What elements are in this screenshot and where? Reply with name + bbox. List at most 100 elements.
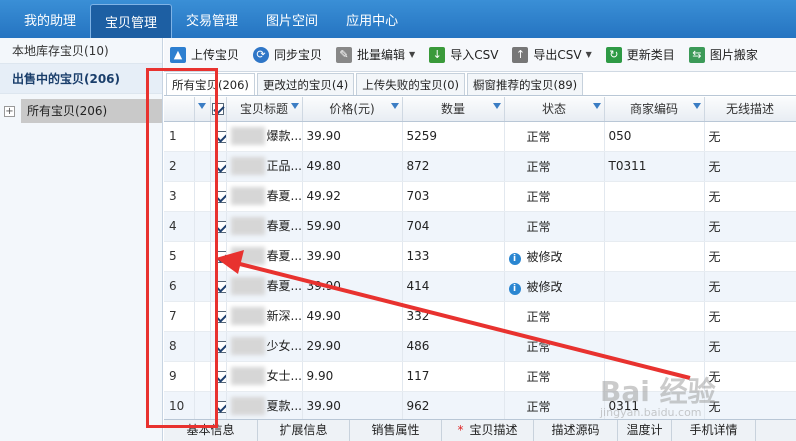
export-icon: ↑: [512, 46, 529, 63]
tab-mobile-details[interactable]: 手机详情: [672, 420, 756, 441]
filter-icon[interactable]: [592, 103, 601, 109]
nav-tab-trade[interactable]: 交易管理: [172, 0, 252, 38]
cell-title[interactable]: 夏款...: [226, 391, 303, 419]
cell-title[interactable]: 爆款...: [226, 121, 303, 152]
cell-price[interactable]: 49.92: [302, 181, 403, 212]
cell-title[interactable]: 女士...: [226, 361, 303, 392]
sync-button[interactable]: ⟳ 同步宝贝: [253, 46, 322, 63]
cell-merchant-code[interactable]: [604, 331, 705, 362]
header-title[interactable]: 宝贝标题: [226, 97, 303, 122]
cell-quantity[interactable]: 872: [402, 151, 505, 182]
table-row[interactable]: 4 春夏... 59.90 704 正常无: [164, 211, 796, 242]
cell-merchant-code[interactable]: [604, 181, 705, 212]
cell-quantity[interactable]: 117: [402, 361, 505, 392]
top-nav: 我的助理 宝贝管理 交易管理 图片空间 应用中心: [0, 0, 796, 38]
chevron-down-icon[interactable]: ▼: [586, 50, 592, 59]
baidu-watermark: Bai 经验 jingyan.baidu.com: [600, 370, 716, 419]
cell-price[interactable]: 39.90: [302, 271, 403, 302]
cell-price[interactable]: 59.90: [302, 211, 403, 242]
grid-header-row: 宝贝标题 价格(元) 数量 状态 商家编码 无线描述: [164, 97, 796, 122]
cell-price[interactable]: 39.90: [302, 391, 403, 419]
batch-edit-button[interactable]: ✎ 批量编辑 ▼: [336, 46, 415, 63]
info-icon: i: [508, 252, 521, 265]
nav-tab-apps[interactable]: 应用中心: [332, 0, 412, 38]
tab-extended-info[interactable]: 扩展信息: [258, 420, 350, 441]
image-move-button[interactable]: ⇆ 图片搬家: [688, 46, 758, 63]
upload-button[interactable]: ▲ 上传宝贝: [170, 46, 239, 63]
header-status[interactable]: 状态: [504, 97, 605, 122]
cell-quantity[interactable]: 486: [402, 331, 505, 362]
header-wireless-desc[interactable]: 无线描述: [704, 97, 796, 122]
filter-icon[interactable]: [290, 103, 299, 109]
table-row[interactable]: 1 爆款... 39.90 5259 正常 050 无: [164, 121, 796, 152]
cell-quantity[interactable]: 133: [402, 241, 505, 272]
cell-title[interactable]: 春夏...: [226, 271, 303, 302]
cell-quantity[interactable]: 962: [402, 391, 505, 419]
export-csv-button[interactable]: ↑ 导出CSV ▼: [512, 46, 592, 63]
cell-wireless-desc: 无: [704, 301, 796, 332]
filter-icon[interactable]: [390, 103, 399, 109]
cell-quantity[interactable]: 5259: [402, 121, 505, 152]
sidebar-item-selling[interactable]: 出售中的宝贝(206): [0, 64, 162, 94]
nav-tab-item-management[interactable]: 宝贝管理: [90, 4, 173, 38]
cell-price[interactable]: 29.90: [302, 331, 403, 362]
cell-status: 正常: [504, 391, 605, 419]
nav-tab-images[interactable]: 图片空间: [252, 0, 332, 38]
cell-quantity[interactable]: 703: [402, 181, 505, 212]
batch-edit-label: 批量编辑: [357, 48, 406, 62]
expand-icon[interactable]: +: [4, 105, 15, 117]
table-row[interactable]: 3 春夏... 49.92 703 正常无: [164, 181, 796, 212]
chevron-down-icon[interactable]: ▼: [409, 50, 415, 59]
tab-description-source[interactable]: 描述源码: [534, 420, 618, 441]
cell-title[interactable]: 新深...: [226, 301, 303, 332]
header-quantity[interactable]: 数量: [402, 97, 505, 122]
cell-merchant-code[interactable]: [604, 241, 705, 272]
tab-thermometer[interactable]: 温度计: [618, 420, 672, 441]
product-thumbnail: [230, 187, 265, 206]
nav-tab-assistant[interactable]: 我的助理: [10, 0, 90, 38]
cell-price[interactable]: 9.90: [302, 361, 403, 392]
sidebar-item-local-stock[interactable]: 本地库存宝贝(10): [0, 38, 162, 64]
cell-wireless-desc: 无: [704, 271, 796, 302]
tree-node-all-items[interactable]: 所有宝贝(206): [20, 99, 162, 123]
cell-quantity[interactable]: 704: [402, 211, 505, 242]
cell-price[interactable]: 49.90: [302, 301, 403, 332]
table-row[interactable]: 6 春夏... 39.90 414 i 被修改无: [164, 271, 796, 302]
import-csv-button[interactable]: ↓ 导入CSV: [429, 46, 498, 63]
cell-title[interactable]: 春夏...: [226, 241, 303, 272]
tab-item-description[interactable]: * 宝贝描述: [442, 420, 534, 441]
cell-merchant-code[interactable]: T0311: [604, 151, 705, 182]
table-row[interactable]: 5 春夏... 39.90 133 i 被修改无: [164, 241, 796, 272]
cell-price[interactable]: 39.90: [302, 241, 403, 272]
cell-merchant-code[interactable]: [604, 301, 705, 332]
cell-status: 正常: [504, 151, 605, 182]
table-row[interactable]: 8 少女... 29.90 486 正常无: [164, 331, 796, 362]
cell-title[interactable]: 春夏...: [226, 211, 303, 242]
table-row[interactable]: 7 新深... 49.90 332 正常无: [164, 301, 796, 332]
tab-changed-items[interactable]: 更改过的宝贝(4): [256, 73, 355, 95]
cell-wireless-desc: 无: [704, 241, 796, 272]
cell-quantity[interactable]: 332: [402, 301, 505, 332]
header-price[interactable]: 价格(元): [302, 97, 403, 122]
cell-merchant-code[interactable]: [604, 271, 705, 302]
cell-title[interactable]: 春夏...: [226, 181, 303, 212]
header-merchant-code[interactable]: 商家编码: [604, 97, 705, 122]
update-category-button[interactable]: ↻ 更新类目: [605, 46, 675, 63]
product-thumbnail: [230, 397, 265, 416]
tab-upload-failed[interactable]: 上传失败的宝贝(0): [356, 73, 466, 95]
tab-sales-attributes[interactable]: 销售属性: [350, 420, 442, 441]
filter-icon[interactable]: [492, 103, 501, 109]
cell-price[interactable]: 39.90: [302, 121, 403, 152]
product-thumbnail: [230, 127, 265, 146]
filter-icon[interactable]: [692, 103, 701, 109]
cell-title[interactable]: 少女...: [226, 331, 303, 362]
cell-quantity[interactable]: 414: [402, 271, 505, 302]
cell-wireless-desc: 无: [704, 151, 796, 182]
cell-title[interactable]: 正品...: [226, 151, 303, 182]
product-thumbnail: [230, 337, 265, 356]
cell-price[interactable]: 49.80: [302, 151, 403, 182]
tab-showcase[interactable]: 橱窗推荐的宝贝(89): [467, 73, 584, 95]
cell-merchant-code[interactable]: [604, 211, 705, 242]
cell-merchant-code[interactable]: 050: [604, 121, 705, 152]
table-row[interactable]: 2 正品... 49.80 872 正常 T0311 无: [164, 151, 796, 182]
